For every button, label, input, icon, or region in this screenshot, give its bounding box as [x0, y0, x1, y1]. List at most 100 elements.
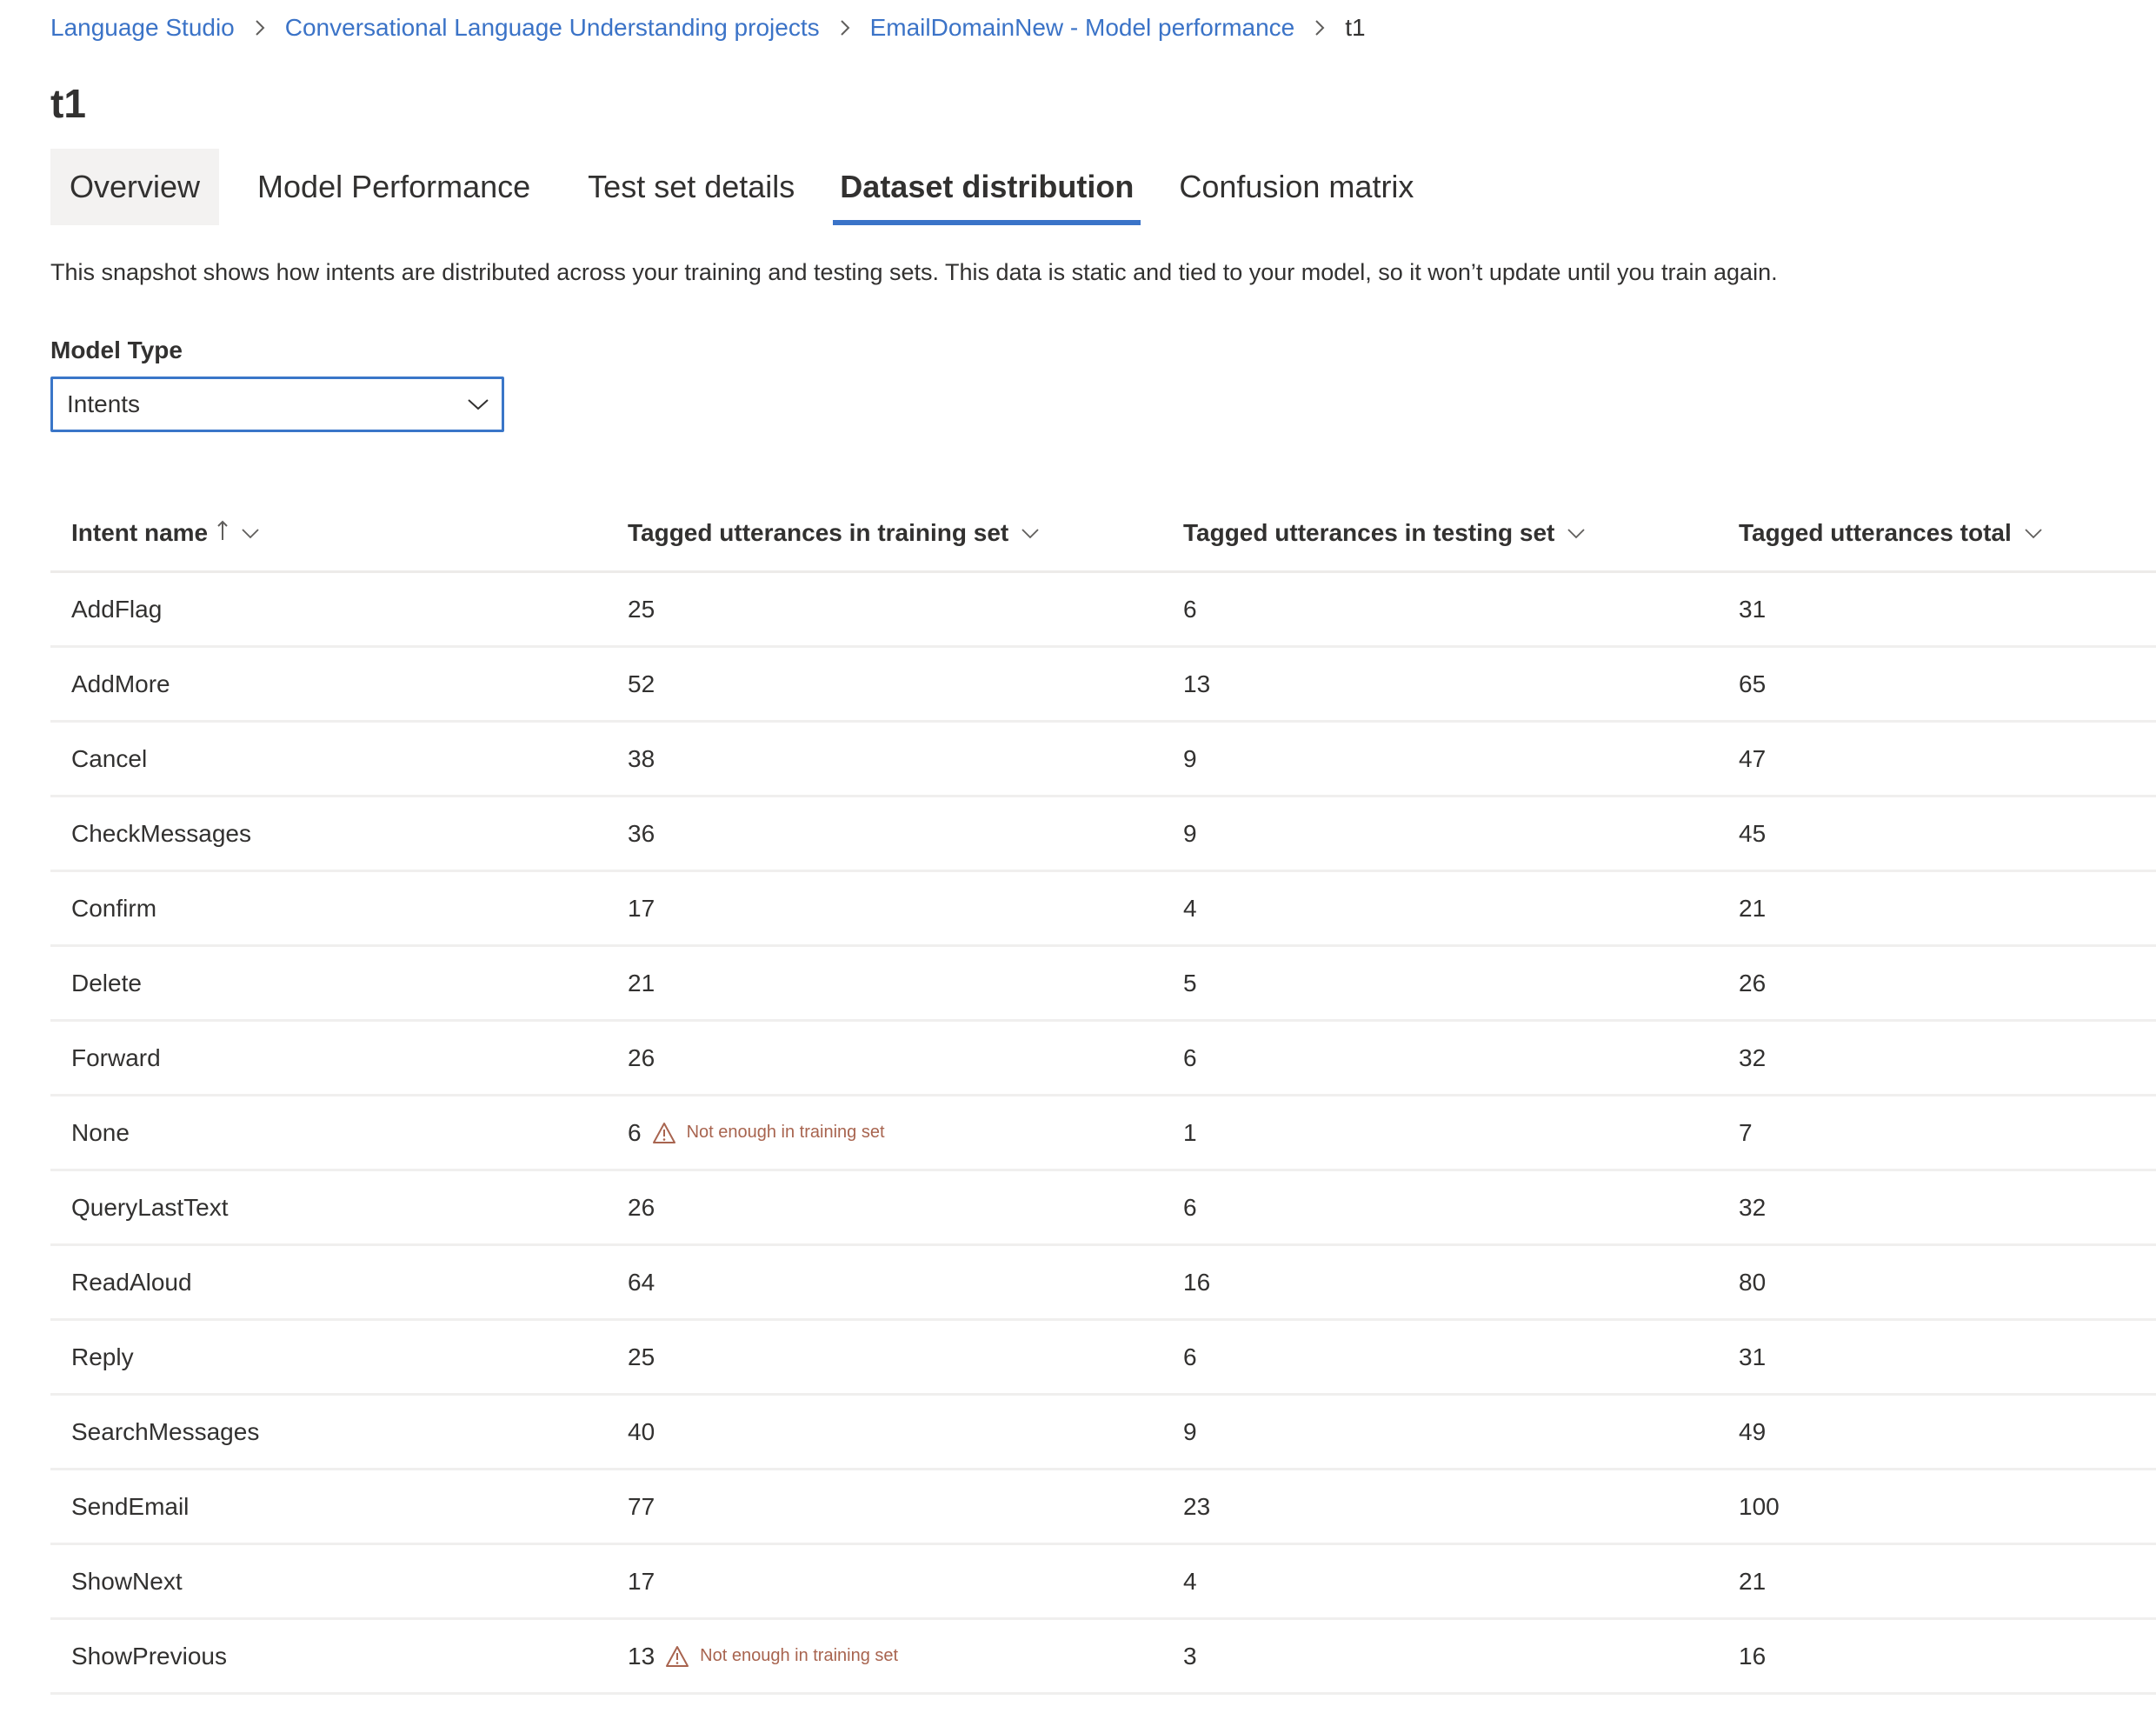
total-count-cell: 100: [1739, 1492, 1780, 1520]
intent-name-cell: QueryLastText: [71, 1193, 229, 1221]
total-count-cell: 45: [1739, 819, 1767, 847]
testing-count-cell: 9: [1183, 744, 1197, 772]
testing-count-cell: 1: [1183, 1118, 1197, 1146]
training-warning: Not enough in training set: [665, 1645, 898, 1668]
tab-overview[interactable]: Overview: [50, 149, 220, 225]
training-warning-text: Not enough in training set: [700, 1646, 899, 1665]
intent-name-cell: Cancel: [71, 744, 148, 772]
total-count-cell: 31: [1739, 1343, 1767, 1370]
chevron-down-icon[interactable]: [2024, 527, 2043, 539]
table-row[interactable]: Forward 26 6 32: [50, 1022, 2156, 1096]
table-row[interactable]: Confirm 17 4 21: [50, 872, 2156, 947]
intent-name-cell: SearchMessages: [71, 1417, 260, 1445]
training-count-cell: 25: [628, 1343, 655, 1371]
testing-count-cell: 23: [1183, 1492, 1211, 1520]
breadcrumb-model-performance[interactable]: EmailDomainNew - Model performance: [870, 14, 1295, 42]
intent-name-cell: Reply: [71, 1343, 134, 1370]
table-row[interactable]: SearchMessages 40 9 49: [50, 1396, 2156, 1470]
testing-count-cell: 4: [1183, 1567, 1197, 1595]
testing-count-cell: 13: [1183, 670, 1211, 697]
sort-ascending-icon: [216, 519, 229, 548]
training-count: 36: [628, 819, 655, 847]
breadcrumb-language-studio[interactable]: Language Studio: [50, 14, 235, 42]
table-row[interactable]: Cancel 38 9 47: [50, 723, 2156, 797]
table-row[interactable]: ShowNext 17 4 21: [50, 1545, 2156, 1620]
training-count: 21: [628, 969, 655, 996]
column-header-intent-name[interactable]: Intent name: [71, 519, 260, 548]
training-warning: Not enough in training set: [652, 1122, 885, 1144]
table-row[interactable]: CheckMessages 36 9 45: [50, 797, 2156, 872]
testing-count-cell: 6: [1183, 1043, 1197, 1071]
training-count-cell: 40: [628, 1418, 655, 1446]
total-count-cell: 32: [1739, 1043, 1767, 1071]
training-count-cell: 36: [628, 820, 655, 848]
training-count-cell: 25: [628, 596, 655, 623]
chevron-down-icon[interactable]: [241, 527, 260, 539]
tab-confusion-matrix[interactable]: Confusion matrix: [1160, 149, 1433, 225]
testing-count-cell: 4: [1183, 894, 1197, 922]
warning-icon: [652, 1122, 675, 1143]
table-row[interactable]: SendEmail 77 23 100: [50, 1470, 2156, 1545]
training-count: 40: [628, 1417, 655, 1445]
table-row[interactable]: Reply 25 6 31: [50, 1321, 2156, 1396]
breadcrumb: Language Studio Conversational Language …: [50, 10, 1366, 45]
column-header-testing[interactable]: Tagged utterances in testing set: [1183, 519, 1586, 547]
breadcrumb-clu-projects[interactable]: Conversational Language Understanding pr…: [285, 14, 820, 42]
training-count: 38: [628, 744, 655, 772]
table-row[interactable]: QueryLastText 26 6 32: [50, 1171, 2156, 1246]
column-header-label: Tagged utterances total: [1739, 519, 2012, 546]
table-row[interactable]: AddMore 52 13 65: [50, 648, 2156, 723]
table-row[interactable]: ShowPrevious 13 Not enough in training s…: [50, 1620, 2156, 1695]
intent-name-cell: ReadAloud: [71, 1268, 192, 1296]
table-row[interactable]: AddFlag 25 6 31: [50, 573, 2156, 648]
training-count: 25: [628, 1343, 655, 1370]
chevron-down-icon: [467, 397, 489, 411]
chevron-down-icon[interactable]: [1567, 527, 1586, 539]
training-count: 17: [628, 1567, 655, 1595]
training-count: 77: [628, 1492, 655, 1520]
table-row[interactable]: ReadAloud 64 16 80: [50, 1246, 2156, 1321]
table-header: Intent name Tagged utterances in trainin…: [50, 496, 2156, 573]
intent-name-cell: SendEmail: [71, 1492, 190, 1520]
total-count-cell: 32: [1739, 1193, 1767, 1221]
column-header-total[interactable]: Tagged utterances total: [1739, 519, 2043, 547]
total-count-cell: 16: [1739, 1642, 1767, 1670]
training-count-cell: 26: [628, 1194, 655, 1222]
intent-name-cell: ShowPrevious: [71, 1642, 227, 1670]
table-body: AddFlag 25 6 31 AddMore 52 13 65 Cancel …: [50, 573, 2156, 1695]
intent-name-cell: Delete: [71, 969, 142, 996]
model-type-label: Model Type: [50, 337, 183, 363]
training-count-cell: 17: [628, 1568, 655, 1596]
column-header-training[interactable]: Tagged utterances in training set: [628, 519, 1040, 547]
training-count: 26: [628, 1193, 655, 1221]
testing-count-cell: 6: [1183, 1193, 1197, 1221]
training-count: 13: [628, 1642, 655, 1670]
training-count-cell: 26: [628, 1044, 655, 1072]
training-count: 26: [628, 1043, 655, 1071]
total-count-cell: 49: [1739, 1417, 1767, 1445]
tab-test-set-details[interactable]: Test set details: [569, 149, 814, 225]
table-row[interactable]: Delete 21 5 26: [50, 947, 2156, 1022]
column-header-label: Intent name: [71, 519, 209, 546]
training-count: 6: [628, 1118, 642, 1146]
model-type-dropdown[interactable]: Intents: [50, 377, 504, 432]
breadcrumb-current: t1: [1345, 14, 1366, 41]
chevron-right-icon: [254, 18, 266, 37]
warning-icon: [666, 1645, 689, 1667]
testing-count-cell: 9: [1183, 819, 1197, 847]
chevron-right-icon: [1314, 18, 1326, 37]
page-description: This snapshot shows how intents are dist…: [50, 259, 1778, 285]
intent-name-cell: AddMore: [71, 670, 170, 697]
training-count-cell: 52: [628, 670, 655, 698]
chevron-down-icon[interactable]: [1021, 527, 1040, 539]
training-count: 25: [628, 595, 655, 623]
intent-name-cell: Forward: [71, 1043, 161, 1071]
testing-count-cell: 9: [1183, 1417, 1197, 1445]
tab-model-performance[interactable]: Model Performance: [238, 149, 549, 225]
column-header-label: Tagged utterances in training set: [628, 519, 1009, 546]
table-row[interactable]: None 6 Not enough in training set 1 7: [50, 1096, 2156, 1171]
total-count-cell: 21: [1739, 894, 1767, 922]
testing-count-cell: 6: [1183, 595, 1197, 623]
training-count: 64: [628, 1268, 655, 1296]
tab-dataset-distribution[interactable]: Dataset distribution: [833, 149, 1141, 225]
